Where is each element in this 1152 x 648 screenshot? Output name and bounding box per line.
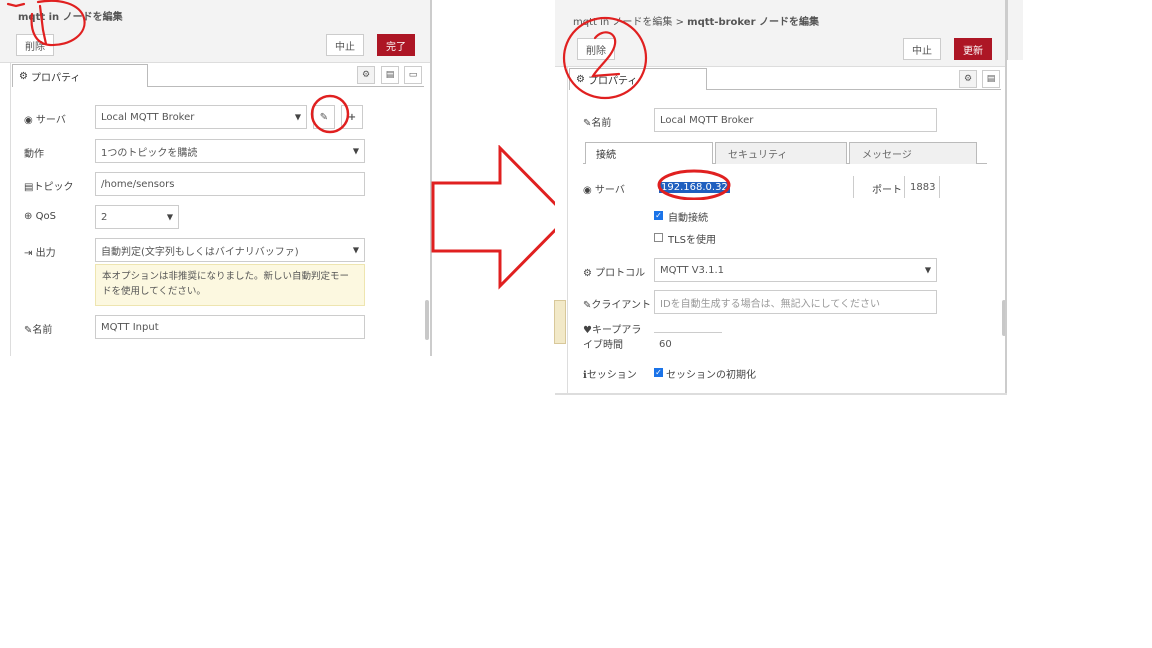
auto-connect-label: 自動接続 (668, 213, 708, 224)
right-protocol-label: ⚙ プロトコル (583, 264, 645, 279)
right-session-label-text: セッション (586, 370, 637, 381)
chevron-down-icon: ▼ (924, 265, 931, 275)
left-name-label: ✎名前 (24, 321, 52, 336)
left-topic-label-text: トピック (33, 182, 74, 193)
annotation-circle-server (657, 169, 731, 200)
left-action-label: 動作 (24, 149, 44, 160)
right-port-input[interactable]: 1883 (904, 176, 940, 198)
left-topic-input[interactable]: /home/sensors (95, 172, 365, 196)
clean-session-label: セッションの初期化 (666, 370, 756, 381)
gear-icon: ⚙ (583, 268, 592, 279)
left-output-select-value: 自動判定(文字列もしくはバイナリバッファ) (101, 246, 299, 258)
right-client-label: ✎クライアント (583, 296, 651, 311)
right-port-label: ポート (872, 185, 902, 196)
subtab-message[interactable]: メッセージ (849, 142, 977, 164)
right-annotation-overlay (562, 16, 731, 200)
left-output-label: ⇥ 出力 (24, 244, 56, 259)
left-qos-label-text: QoS (35, 211, 56, 222)
left-qos-select[interactable]: 2 ▼ (95, 205, 179, 229)
annotation-number-one (6, 0, 86, 47)
left-qos-label: ⊕ QoS (24, 211, 56, 222)
chevron-down-icon: ▼ (166, 212, 173, 222)
clean-session-checkbox[interactable]: ✓ (654, 368, 663, 377)
right-protocol-select[interactable]: MQTT V3.1.1 ▼ (654, 258, 937, 282)
left-qos-select-value: 2 (101, 211, 108, 223)
workspace-left-edge (554, 300, 566, 344)
auto-connect-checkbox[interactable]: ✓ (654, 211, 663, 220)
right-cancel-button[interactable]: 中止 (903, 38, 941, 60)
left-name-input[interactable]: MQTT Input (95, 315, 365, 339)
left-name-input-value: MQTT Input (101, 321, 159, 333)
right-update-button[interactable]: 更新 (954, 38, 992, 60)
heart-icon: ♥ (583, 325, 592, 336)
right-keepalive-input-value: 60 (659, 339, 672, 350)
qos-icon: ⊕ (24, 211, 33, 222)
left-topic-input-value: /home/sensors (101, 178, 175, 190)
document-icon: ▤ (986, 74, 996, 84)
tls-checkbox[interactable] (654, 233, 663, 242)
subtab-message-label: メッセージ (862, 150, 912, 161)
left-scrollbar[interactable] (425, 300, 429, 340)
right-client-label-text: クライアント (591, 300, 651, 311)
left-action-select[interactable]: 1つのトピックを購読 ▼ (95, 139, 365, 163)
deprecation-note: 本オプションは非推奨になりました。新しい自動判定モードを使用してください。 (95, 264, 365, 306)
right-keepalive-label: ♥キープアライブ時間 (583, 323, 647, 353)
workspace-edge (1007, 0, 1023, 60)
left-output-select[interactable]: 自動判定(文字列もしくはバイナリバッファ) ▼ (95, 238, 365, 262)
gear-icon: ⚙ (963, 74, 973, 84)
arrow-shape (431, 145, 570, 290)
left-action-select-value: 1つのトピックを購読 (101, 147, 198, 159)
tls-label: TLSを使用 (668, 235, 717, 246)
left-annotation-overlay (6, 0, 350, 134)
right-client-input[interactable]: IDを自動生成する場合は、無記入にしてください (654, 290, 937, 314)
transition-arrow (431, 145, 570, 290)
right-settings-tab-button[interactable]: ⚙ (959, 70, 977, 88)
right-session-label: ℹセッション (583, 366, 637, 381)
annotation-number-two (562, 16, 648, 100)
right-description-tab-button[interactable]: ▤ (982, 70, 1000, 88)
chevron-down-icon: ▼ (352, 245, 359, 255)
left-output-label-text: 出力 (35, 248, 56, 259)
left-topic-label: ▤トピック (24, 178, 73, 193)
sign-out-icon: ⇥ (24, 248, 33, 259)
chevron-down-icon: ▼ (352, 146, 359, 156)
left-name-label-text: 名前 (32, 325, 53, 336)
annotation-circle-edit (310, 94, 350, 134)
right-protocol-select-value: MQTT V3.1.1 (660, 264, 725, 276)
right-panel-bottom-border (555, 393, 1007, 395)
deprecation-note-text: 本オプションは非推奨になりました。新しい自動判定モードを使用してください。 (102, 271, 350, 297)
right-protocol-label-text: プロトコル (595, 268, 646, 279)
right-port-input-value: 1883 (910, 181, 936, 193)
right-client-input-placeholder: IDを自動生成する場合は、無記入にしてください (660, 298, 881, 310)
right-keepalive-label-text: キープアライブ時間 (583, 325, 642, 351)
right-keepalive-input[interactable]: 60 (654, 332, 722, 356)
